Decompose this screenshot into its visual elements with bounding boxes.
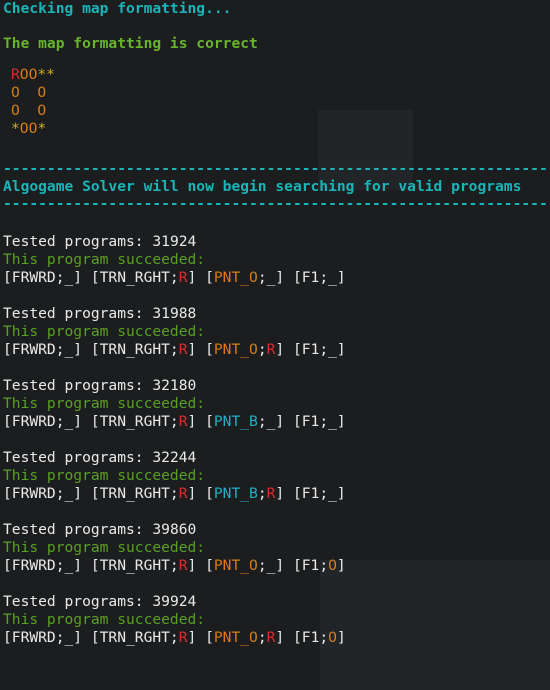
program-token: PNT_B bbox=[213, 485, 258, 502]
solver-banner: Algogame Solver will now begin searching… bbox=[3, 178, 522, 195]
tested-label: Tested programs: bbox=[3, 377, 153, 394]
tested-label: Tested programs: bbox=[3, 305, 153, 322]
tested-count: 39924 bbox=[152, 593, 197, 610]
program-line: [FRWRD;_] [TRN_RGHT;R] [PNT_O;R] [F1;O] bbox=[3, 629, 550, 647]
tested-count: 32180 bbox=[152, 377, 197, 394]
tested-programs-line: Tested programs: 32180 bbox=[3, 377, 550, 395]
program-token: PNT_B bbox=[213, 413, 258, 430]
program-token: ] [F1; bbox=[275, 629, 329, 646]
map-row: ROO** bbox=[11, 66, 550, 84]
success-line: This program succeeded: bbox=[3, 539, 206, 556]
success-line: This program succeeded: bbox=[3, 395, 206, 412]
program-token: [FRWRD;_] [TRN_RGHT; bbox=[3, 557, 179, 574]
correct-line: The map formatting is correct bbox=[3, 35, 258, 52]
tested-count: 39860 bbox=[152, 521, 197, 538]
tested-label: Tested programs: bbox=[3, 449, 153, 466]
program-token: ; bbox=[257, 629, 267, 646]
program-token: O bbox=[328, 629, 337, 646]
program-line: [FRWRD;_] [TRN_RGHT;R] [PNT_O;_] [F1;O] bbox=[3, 557, 550, 575]
program-token: R bbox=[178, 413, 188, 430]
program-token: PNT_O bbox=[213, 557, 258, 574]
program-token: R bbox=[178, 485, 188, 502]
tested-label: Tested programs: bbox=[3, 593, 153, 610]
success-line: This program succeeded: bbox=[3, 467, 206, 484]
program-token: ] [ bbox=[187, 629, 214, 646]
program-token: [FRWRD;_] [TRN_RGHT; bbox=[3, 485, 179, 502]
separator-bottom: ----------------------------------------… bbox=[3, 195, 550, 212]
program-token: [FRWRD;_] [TRN_RGHT; bbox=[3, 629, 179, 646]
program-token: O bbox=[328, 557, 337, 574]
result-block: Tested programs: 39860 This program succe… bbox=[3, 521, 550, 575]
program-token: ;_] [F1;_] bbox=[257, 269, 346, 286]
program-token: ; bbox=[257, 485, 267, 502]
success-line: This program succeeded: bbox=[3, 251, 206, 268]
map-cell: O O bbox=[11, 84, 47, 101]
program-token: [FRWRD;_] [TRN_RGHT; bbox=[3, 413, 179, 430]
program-token: ] [ bbox=[187, 341, 214, 358]
map-cell: R bbox=[11, 66, 20, 83]
map-row: *OO* bbox=[11, 120, 550, 138]
map-cell: O O bbox=[11, 102, 47, 119]
program-token: ] bbox=[336, 557, 346, 574]
map-cell: * bbox=[37, 120, 47, 137]
program-token: R bbox=[178, 269, 188, 286]
program-line: [FRWRD;_] [TRN_RGHT;R] [PNT_B;R] [F1;_] bbox=[3, 485, 550, 503]
program-token: ] [F1;_] bbox=[275, 485, 346, 502]
tested-count: 31924 bbox=[152, 233, 197, 250]
tested-label: Tested programs: bbox=[3, 521, 153, 538]
program-token: ] [ bbox=[187, 413, 214, 430]
success-line: This program succeeded: bbox=[3, 611, 206, 628]
terminal-output: Checking map formatting... The map forma… bbox=[3, 0, 550, 647]
program-token: ] [ bbox=[187, 485, 214, 502]
result-block: Tested programs: 31988 This program succe… bbox=[3, 305, 550, 359]
map-cell: ** bbox=[37, 66, 55, 83]
results-list: Tested programs: 31924 This program succe… bbox=[3, 233, 550, 647]
program-token: ] [F1;_] bbox=[275, 341, 346, 358]
tested-programs-line: Tested programs: 31924 bbox=[3, 233, 550, 251]
program-token: PNT_O bbox=[213, 269, 258, 286]
program-token: ;_] [F1; bbox=[257, 557, 329, 574]
map-row: O O bbox=[11, 102, 550, 120]
tested-programs-line: Tested programs: 39860 bbox=[3, 521, 550, 539]
program-token: ] [ bbox=[187, 557, 214, 574]
map-row: O O bbox=[11, 84, 550, 102]
program-token: R bbox=[178, 557, 188, 574]
checking-line: Checking map formatting... bbox=[3, 0, 232, 17]
program-token: ; bbox=[257, 341, 267, 358]
result-block: Tested programs: 32244 This program succe… bbox=[3, 449, 550, 503]
program-token: PNT_O bbox=[213, 341, 258, 358]
program-token: [FRWRD;_] [TRN_RGHT; bbox=[3, 269, 179, 286]
tested-programs-line: Tested programs: 39924 bbox=[3, 593, 550, 611]
tested-label: Tested programs: bbox=[3, 233, 153, 250]
program-token: PNT_O bbox=[213, 629, 258, 646]
result-block: Tested programs: 31924 This program succe… bbox=[3, 233, 550, 287]
tested-programs-line: Tested programs: 31988 bbox=[3, 305, 550, 323]
success-line: This program succeeded: bbox=[3, 323, 206, 340]
result-block: Tested programs: 32180 This program succe… bbox=[3, 377, 550, 431]
map-grid: ROO** O OO O *OO* bbox=[11, 66, 550, 138]
map-cell: OO bbox=[19, 66, 38, 83]
program-token: ] bbox=[336, 629, 346, 646]
tested-count: 32244 bbox=[152, 449, 197, 466]
tested-programs-line: Tested programs: 32244 bbox=[3, 449, 550, 467]
program-token: R bbox=[178, 341, 188, 358]
result-block: Tested programs: 39924 This program succe… bbox=[3, 593, 550, 647]
program-token: [FRWRD;_] [TRN_RGHT; bbox=[3, 341, 179, 358]
separator-top: ----------------------------------------… bbox=[3, 160, 550, 177]
program-token: ] [ bbox=[187, 269, 214, 286]
map-cell: * bbox=[11, 120, 20, 137]
program-line: [FRWRD;_] [TRN_RGHT;R] [PNT_O;_] [F1;_] bbox=[3, 269, 550, 287]
tested-count: 31988 bbox=[152, 305, 197, 322]
program-token: ;_] [F1;_] bbox=[257, 413, 346, 430]
program-line: [FRWRD;_] [TRN_RGHT;R] [PNT_O;R] [F1;_] bbox=[3, 341, 550, 359]
program-token: R bbox=[178, 629, 188, 646]
map-cell: OO bbox=[19, 120, 38, 137]
program-line: [FRWRD;_] [TRN_RGHT;R] [PNT_B;_] [F1;_] bbox=[3, 413, 550, 431]
